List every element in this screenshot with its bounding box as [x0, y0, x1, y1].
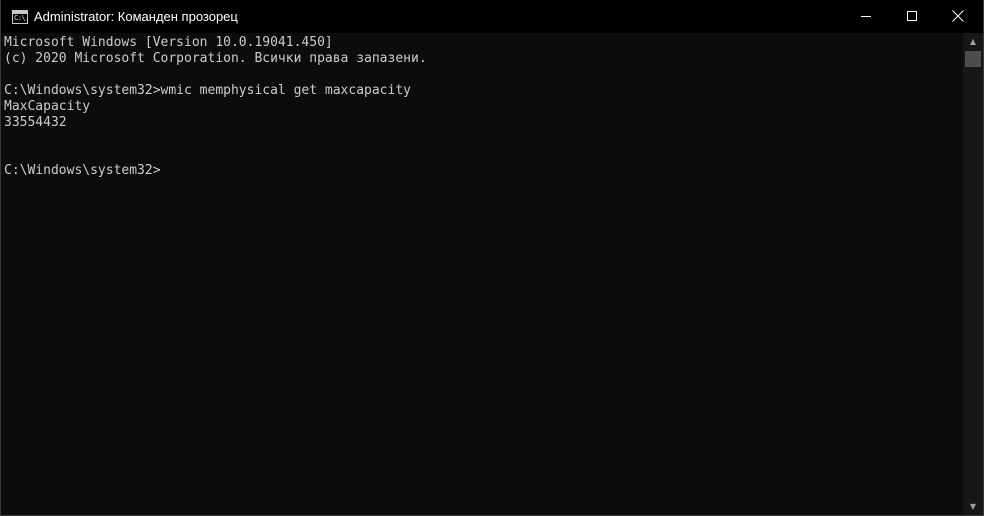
console-line-version: Microsoft Windows [Version 10.0.19041.45…: [4, 35, 333, 50]
scroll-down-arrow-icon[interactable]: ▼: [963, 498, 983, 515]
minimize-button[interactable]: [843, 0, 889, 33]
vertical-scrollbar[interactable]: ▲ ▼: [963, 33, 983, 515]
maximize-icon: [907, 11, 917, 21]
console-line-prompt[interactable]: C:\Windows\system32>: [4, 163, 963, 179]
title-bar[interactable]: C:\. Administrator: Команден прозорец: [1, 0, 983, 33]
scroll-thumb[interactable]: [965, 51, 981, 67]
minimize-icon: [861, 16, 871, 17]
icon-prompt-glyph: C:\.: [14, 14, 29, 22]
console-line-command: C:\Windows\system32>wmic memphysical get…: [4, 83, 411, 98]
console-line-output-value: 33554432: [4, 115, 67, 130]
cmd-app-icon[interactable]: C:\.: [12, 10, 29, 24]
window-title: Administrator: Команден прозорец: [34, 9, 238, 24]
console-line-output-header: MaxCapacity: [4, 99, 91, 114]
console-line-copyright: (c) 2020 Microsoft Corporation. Всички п…: [4, 51, 427, 66]
maximize-button[interactable]: [889, 0, 935, 33]
close-button[interactable]: [935, 0, 981, 33]
scroll-up-arrow-icon[interactable]: ▲: [963, 33, 983, 50]
console-output[interactable]: Microsoft Windows [Version 10.0.19041.45…: [1, 33, 963, 515]
close-icon: [952, 10, 964, 22]
command-prompt-window: C:\. Administrator: Команден прозорец Mi…: [0, 0, 984, 516]
